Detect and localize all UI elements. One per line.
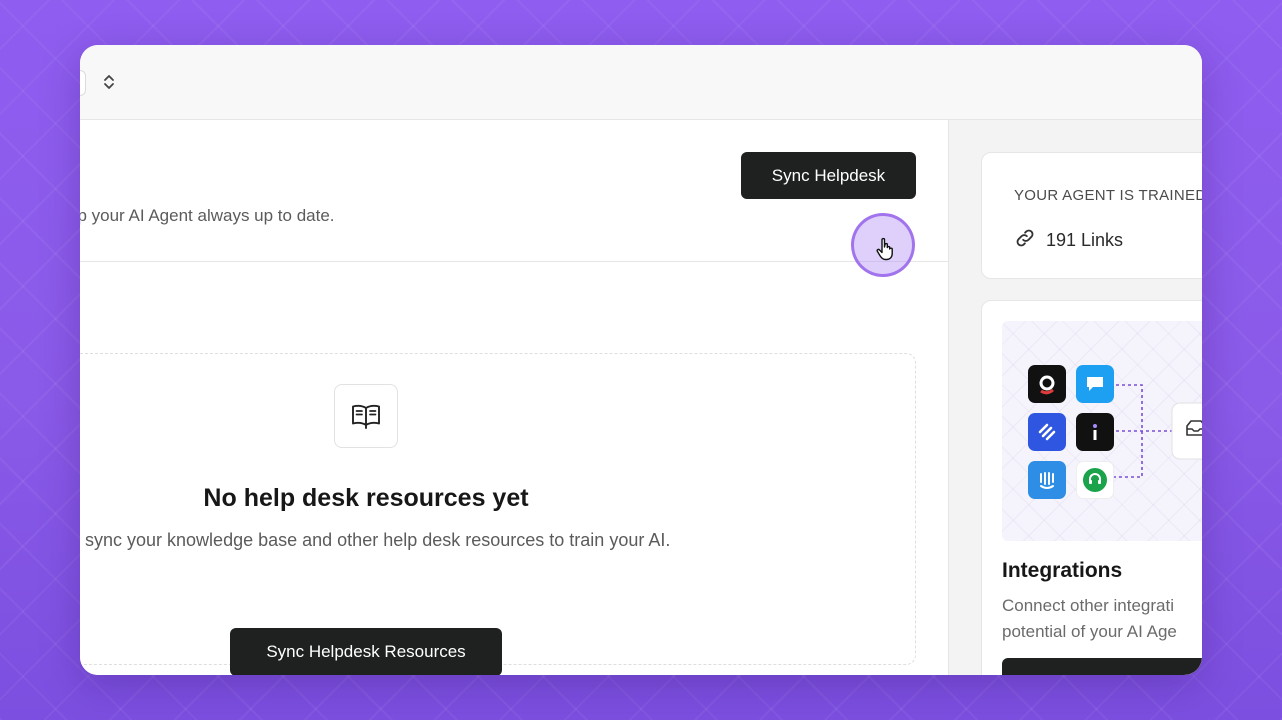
sync-helpdesk-button[interactable]: Sync Helpdesk [741, 152, 916, 199]
app-logo-chat-icon [1076, 365, 1114, 403]
training-summary-heading: YOUR AGENT IS TRAINED [1014, 187, 1202, 204]
app-logo-intercom-icon [1028, 461, 1066, 499]
top-bar [80, 45, 1202, 120]
training-summary-card: YOUR AGENT IS TRAINED 191 Links [981, 152, 1202, 279]
integrations-illustration [1002, 321, 1202, 541]
sync-helpdesk-resources-button[interactable]: Sync Helpdesk Resources [230, 628, 502, 675]
right-sidebar: YOUR AGENT IS TRAINED 191 Links Integrat… [948, 120, 1202, 675]
integrations-description: Connect other integrati potential of you… [1002, 596, 1177, 641]
app-logo-front-icon [1076, 413, 1114, 451]
hand-cursor-icon [875, 237, 895, 261]
integrations-title: Integrations [1002, 559, 1123, 582]
page-header: ep your AI Agent always up to date. Sync… [80, 120, 948, 262]
app-logo-gorgias-icon [1028, 365, 1066, 403]
link-icon [1014, 227, 1036, 254]
chevron-up-down-icon[interactable] [100, 71, 118, 93]
empty-state-description: d sync your knowledge base and other hel… [80, 530, 671, 550]
links-count: 191 Links [1046, 230, 1124, 250]
links-count-row: 191 Links [1014, 227, 1123, 254]
workspace-selector-edge[interactable] [80, 70, 86, 96]
empty-state-title: No help desk resources yet [203, 484, 529, 512]
integrations-card: Integrations Connect other integrati pot… [981, 300, 1202, 675]
main-content: ep your AI Agent always up to date. Sync… [80, 120, 948, 675]
app-window: ep your AI Agent always up to date. Sync… [80, 45, 1202, 675]
app-logo-helpscout-icon [1028, 413, 1066, 451]
app-logo-support-headset-icon [1076, 461, 1114, 499]
open-book-icon [334, 384, 398, 448]
page-subtitle: ep your AI Agent always up to date. [80, 206, 335, 225]
integrations-button[interactable] [1002, 658, 1202, 675]
